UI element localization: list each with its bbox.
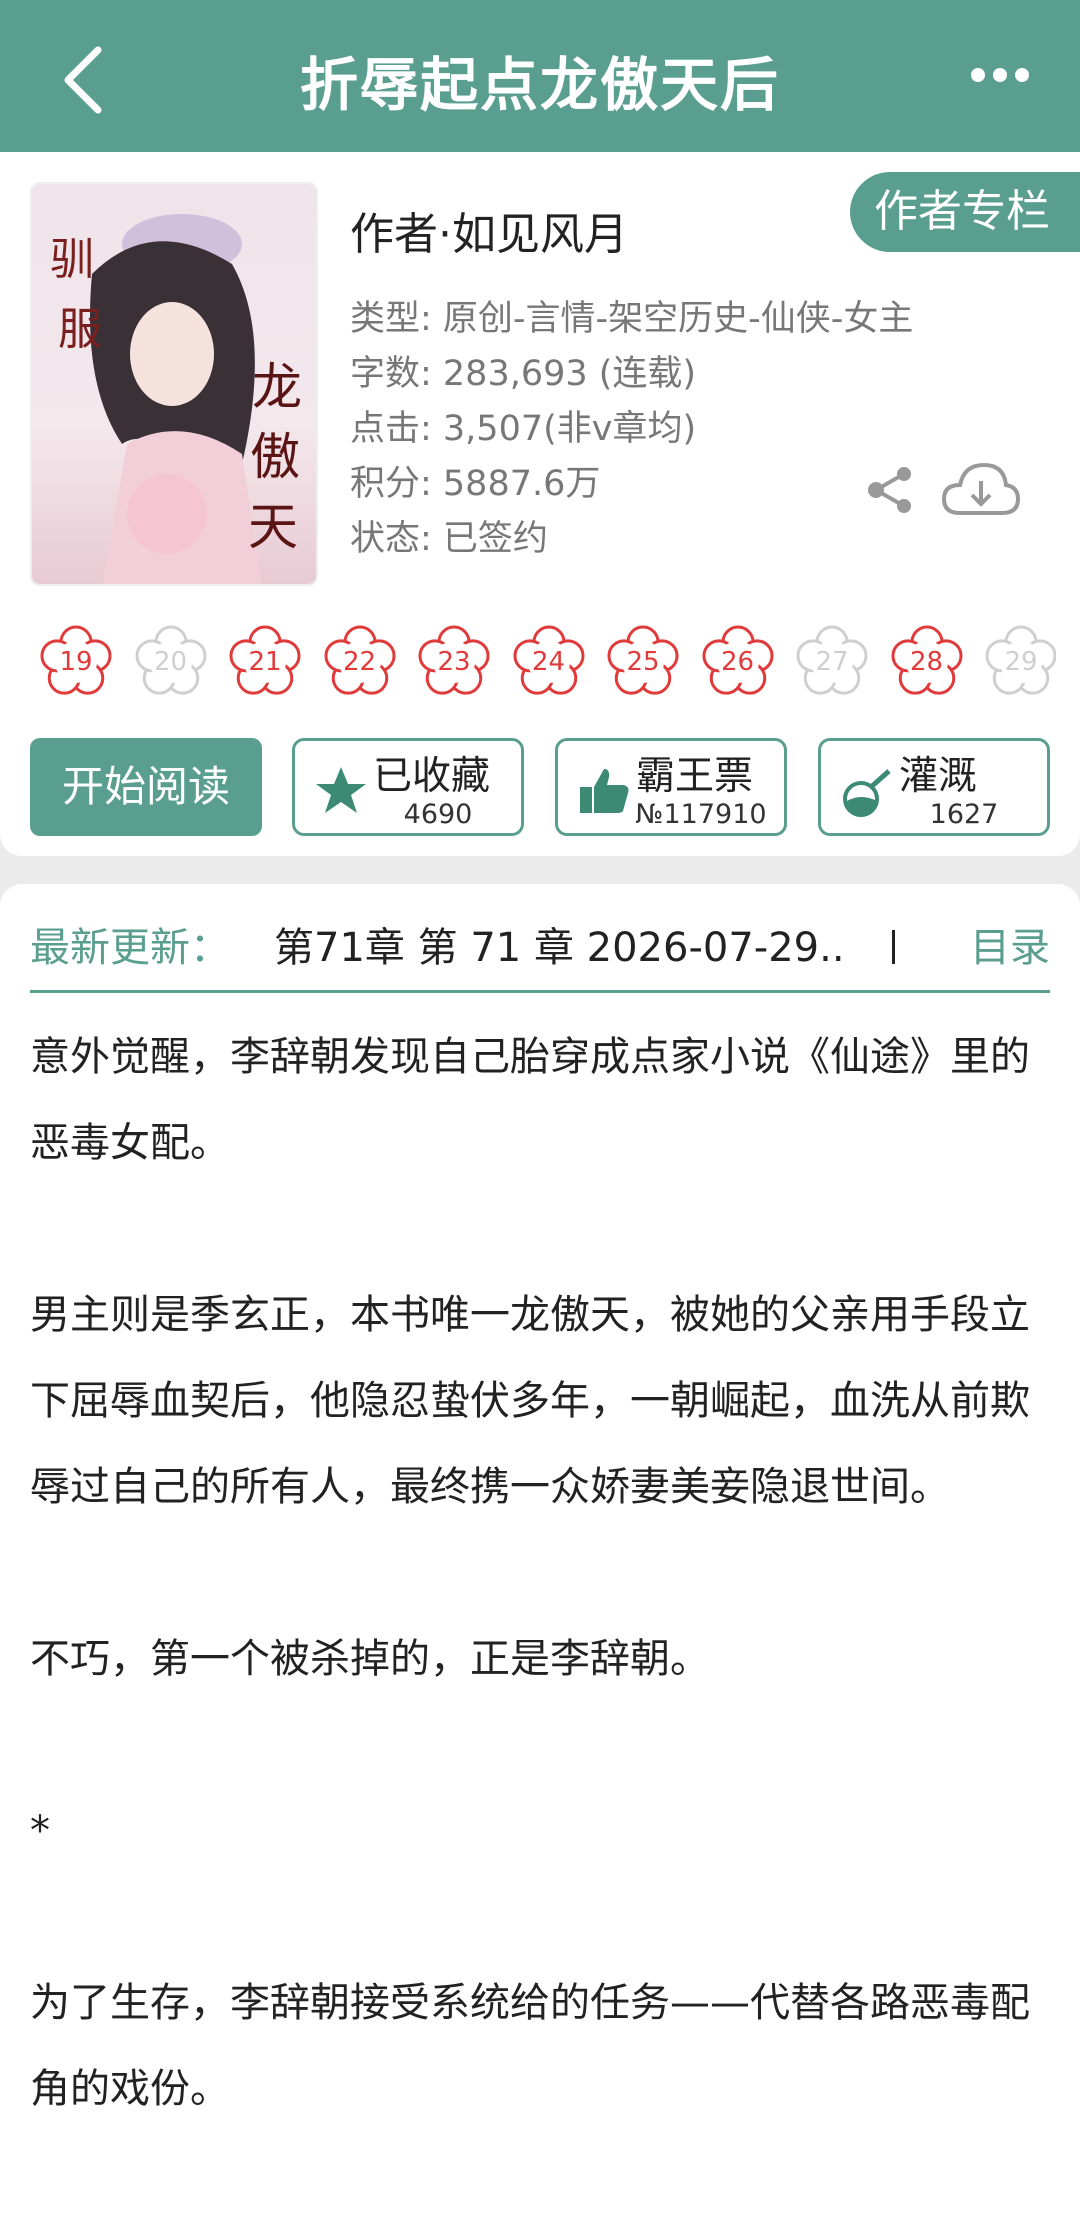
flower-badge: 22	[320, 622, 400, 702]
more-options-icon[interactable]	[960, 50, 1040, 100]
intro-paragraph: 不巧，第一个被杀掉的，正是李辞朝。	[30, 1636, 710, 1682]
collect-label: 已收藏	[373, 754, 491, 799]
book-cover-image[interactable]: 驯 服 龙 傲 天	[30, 182, 318, 586]
collect-count: 4690	[403, 799, 473, 830]
svg-text:服: 服	[58, 304, 102, 355]
svg-text:傲: 傲	[250, 428, 300, 486]
flower-number: 23	[437, 647, 471, 677]
flower-rating-row: 19 20 21 22 23 24 25 26 27 28 29	[36, 622, 1056, 712]
meta-genre: 类型: 原创-言情-架空历史-仙侠-女主	[350, 299, 914, 339]
intro-paragraph: *	[30, 1808, 50, 1854]
intro-blank	[30, 1186, 1050, 1272]
vote-button[interactable]: 霸王票 №117910	[555, 738, 787, 836]
book-detail-card: 最新更新： 第71章 第 71 章 2026-07-29.. 目录 意外觉醒，李…	[0, 884, 1080, 2220]
flower-badge: 23	[414, 622, 494, 702]
separator	[892, 930, 895, 964]
flower-number: 22	[342, 647, 377, 677]
flower-number: 27	[815, 647, 849, 677]
flower-badge: 26	[698, 622, 778, 702]
intro-paragraph: 为了生存，李辞朝接受系统给的任务——代替各路恶毒配角的戏份。	[30, 1980, 1030, 2112]
svg-text:天: 天	[248, 498, 298, 556]
divider	[30, 990, 1050, 993]
latest-chapter-link[interactable]: 第71章 第 71 章 2026-07-29..	[274, 912, 845, 984]
table-of-contents-link[interactable]: 目录	[970, 912, 1050, 984]
intro-blank	[30, 1530, 1050, 1616]
intro-blank	[30, 1702, 1050, 1788]
intro-paragraph: 意外觉醒，李辞朝发现自己胎穿成点家小说《仙途》里的恶毒女配。	[30, 1034, 1030, 1166]
meta-clicks: 点击: 3,507(非v章均)	[350, 409, 697, 449]
meta-word-count: 字数: 283,693 (连载)	[350, 354, 697, 394]
cover-title-text: 驯	[50, 234, 94, 285]
latest-update-row[interactable]: 最新更新： 第71章 第 71 章 2026-07-29.. 目录	[30, 912, 1050, 984]
svg-text:龙: 龙	[252, 358, 302, 416]
flower-badge: 20	[131, 622, 211, 702]
flower-number: 25	[626, 647, 660, 677]
meta-status: 状态: 已签约	[350, 519, 548, 559]
flower-number: 19	[59, 647, 93, 677]
flower-number: 29	[1004, 647, 1038, 677]
intro-blank	[30, 1874, 1050, 1960]
meta-score: 积分: 5887.6万	[350, 464, 601, 504]
flower-badge: 25	[603, 622, 683, 702]
flower-badge: 27	[792, 622, 872, 702]
author-name[interactable]: 作者·如见风月	[350, 198, 628, 262]
flower-number: 21	[248, 647, 282, 677]
flower-number: 28	[909, 647, 944, 677]
author-column-button[interactable]: 作者专栏	[850, 172, 1080, 252]
book-introduction: 意外觉醒，李辞朝发现自己胎穿成点家小说《仙途》里的恶毒女配。 男主则是季玄正，本…	[30, 1014, 1050, 2132]
book-meta: 类型: 原创-言情-架空历史-仙侠-女主 字数: 283,693 (连载) 点击…	[350, 292, 913, 567]
flower-number: 20	[153, 647, 188, 677]
flower-number: 26	[720, 647, 755, 677]
latest-update-label: 最新更新：	[30, 925, 230, 971]
start-reading-button[interactable]: 开始阅读	[30, 738, 262, 836]
vote-label: 霸王票	[636, 754, 754, 799]
collect-button[interactable]: 已收藏 4690	[292, 738, 524, 836]
vote-count: №117910	[635, 799, 767, 830]
water-count: 1627	[929, 799, 999, 830]
share-icon[interactable]	[862, 462, 918, 518]
water-label: 灌溉	[899, 754, 978, 799]
flower-number: 24	[531, 647, 566, 677]
flower-badge: 24	[509, 622, 589, 702]
app-header: 折辱起点龙傲天后	[0, 0, 1080, 152]
water-button[interactable]: 灌溉 1627	[818, 738, 1050, 836]
page-title: 折辱起点龙傲天后	[299, 51, 780, 119]
flower-badge: 28	[887, 622, 967, 702]
flower-badge: 29	[981, 622, 1056, 702]
intro-paragraph: 男主则是季玄正，本书唯一龙傲天，被她的父亲用手段立下屈辱血契后，他隐忍蛰伏多年，…	[30, 1292, 1030, 1510]
download-cloud-icon[interactable]	[940, 457, 1022, 523]
flower-badge: 19	[36, 622, 116, 702]
book-info-card: 驯 服 龙 傲 天 作者·如见风月 作者专栏 类型: 原创-言情-架空历史-仙侠…	[0, 152, 1080, 856]
flower-badge: 21	[225, 622, 305, 702]
